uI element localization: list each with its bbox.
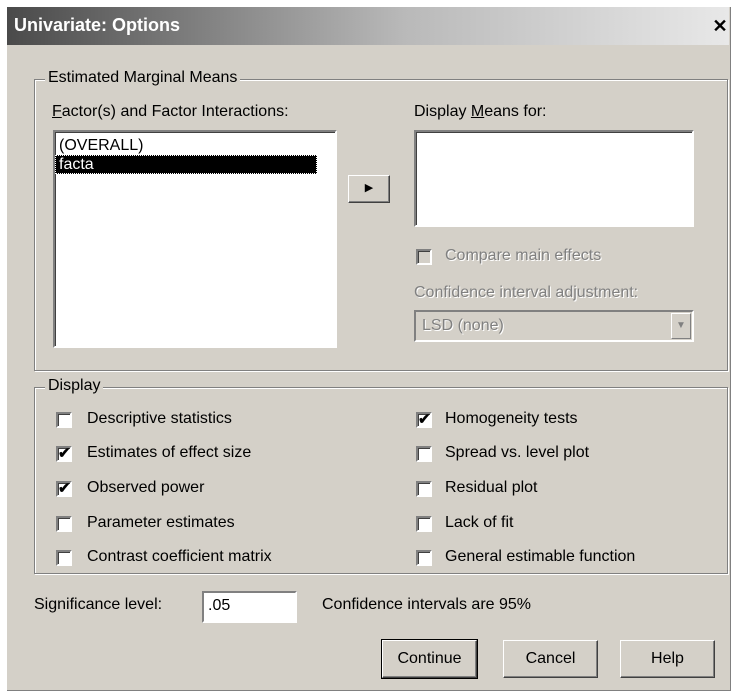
ci-adjustment-label: Confidence interval adjustment:	[414, 284, 639, 301]
factors-label-mnemonic: F	[52, 103, 62, 120]
display-group-label: Display	[45, 377, 104, 395]
display-right-label-1[interactable]: Spread vs. level plot	[445, 444, 589, 462]
display-means-mnemonic: M	[470, 103, 485, 120]
continue-button[interactable]: Continue	[381, 639, 478, 679]
factors-label-rest: actor(s) and Factor Interactions:	[61, 103, 289, 120]
ci-adjustment-dropdown: LSD (none) ▼	[414, 310, 694, 342]
display-means-listbox[interactable]	[414, 130, 694, 227]
display-left-label-2[interactable]: Observed power	[87, 479, 204, 497]
move-right-button[interactable]: ▶	[348, 175, 390, 203]
display-left-checkbox-0[interactable]	[56, 412, 72, 428]
display-right-checkbox-1[interactable]	[416, 446, 432, 462]
arrow-right-icon: ▶	[364, 182, 374, 194]
ci-adjustment-value: LSD (none)	[422, 317, 504, 334]
list-item[interactable]: facta	[55, 155, 317, 174]
display-right-checkbox-2[interactable]	[416, 481, 432, 497]
display-left-checkbox-2[interactable]: ✔	[56, 481, 72, 497]
list-item[interactable]: (OVERALL)	[55, 136, 335, 155]
window-title: Univariate: Options	[14, 15, 181, 35]
display-right-label-4[interactable]: General estimable function	[445, 548, 635, 566]
help-button[interactable]: Help	[620, 640, 715, 678]
cancel-button[interactable]: Cancel	[503, 640, 598, 678]
close-icon[interactable]: ✕	[709, 15, 731, 37]
display-right-checkbox-4[interactable]	[416, 550, 432, 566]
display-right-checkbox-0[interactable]: ✔	[416, 412, 432, 428]
factors-listbox[interactable]: (OVERALL) facta	[53, 130, 337, 348]
display-left-label-4[interactable]: Contrast coefficient matrix	[87, 548, 272, 566]
title-bar[interactable]: Univariate: Options ✕	[7, 7, 729, 45]
display-means-label: Display Means for:	[414, 103, 547, 121]
significance-input[interactable]: .05	[202, 591, 297, 623]
compare-main-effects-checkbox	[416, 249, 432, 265]
emm-group-label: Estimated Marginal Means	[45, 69, 241, 87]
help-label: Help	[651, 650, 684, 667]
confidence-intervals-text: Confidence intervals are 95%	[322, 596, 532, 613]
significance-label: Significance level:	[34, 596, 163, 613]
compare-main-effects-label: Compare main effects	[445, 247, 602, 264]
display-right-label-3[interactable]: Lack of fit	[445, 514, 513, 532]
display-left-label-0[interactable]: Descriptive statistics	[87, 410, 232, 428]
display-right-label-0[interactable]: Homogeneity tests	[445, 410, 578, 428]
factors-label: Factor(s) and Factor Interactions:	[52, 103, 289, 121]
display-right-checkbox-3[interactable]	[416, 516, 432, 532]
continue-label: Continue	[397, 650, 462, 667]
options-dialog: Univariate: Options ✕ Estimated Marginal…	[7, 7, 731, 691]
display-left-checkbox-3[interactable]	[56, 516, 72, 532]
display-means-label-text: Display Means for:	[414, 103, 547, 120]
display-left-checkbox-1[interactable]: ✔	[56, 446, 72, 462]
display-left-label-3[interactable]: Parameter estimates	[87, 514, 235, 532]
display-left-checkbox-4[interactable]	[56, 550, 72, 566]
chevron-down-icon: ▼	[671, 313, 691, 339]
display-left-label-1[interactable]: Estimates of effect size	[87, 444, 251, 462]
display-right-label-2[interactable]: Residual plot	[445, 479, 538, 497]
cancel-label: Cancel	[525, 650, 576, 667]
